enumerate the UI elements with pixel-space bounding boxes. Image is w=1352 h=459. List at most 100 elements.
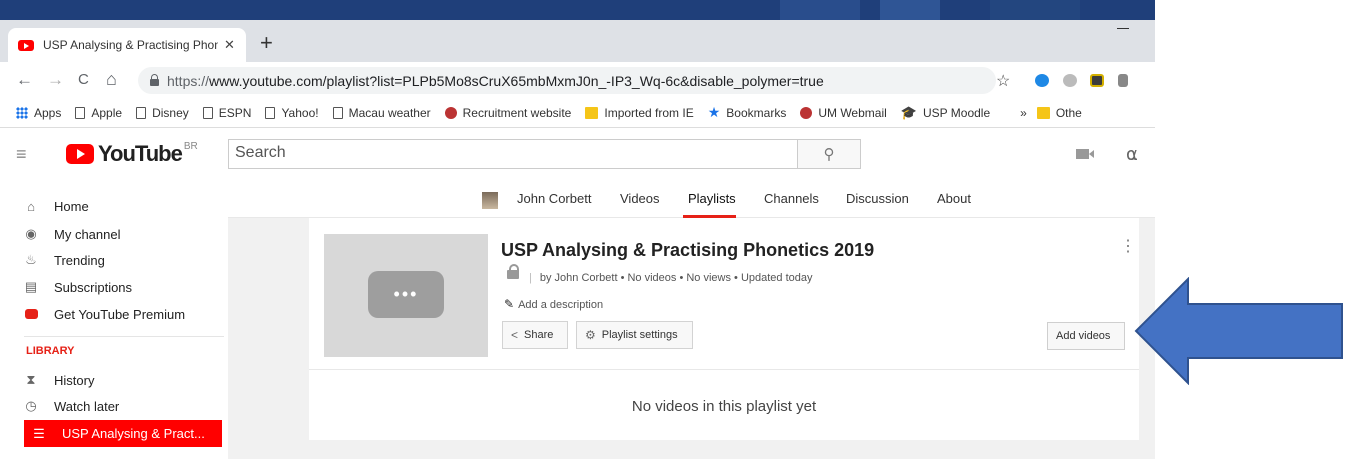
bookmark-macau-weather[interactable]: Macau weather	[332, 106, 431, 120]
tab-discussion[interactable]: Discussion	[846, 191, 909, 206]
checkbox-extension-icon[interactable]	[1090, 74, 1104, 87]
um-logo-icon	[800, 106, 813, 119]
youtube-favicon-icon	[18, 39, 34, 51]
drive-extension-icon[interactable]	[1063, 74, 1077, 87]
bookmark-other[interactable]: Othe	[1036, 106, 1082, 120]
cloud-extension-icon[interactable]	[1035, 74, 1049, 87]
upload-video-icon[interactable]	[1076, 149, 1094, 159]
sidebar-item-history[interactable]: ⧗ History	[24, 367, 224, 393]
channel-name-link[interactable]: John Corbett	[517, 191, 591, 206]
meta-separator: |	[529, 272, 532, 284]
browser-tab[interactable]: USP Analysing & Practising Phon ✕	[8, 28, 246, 62]
share-button[interactable]: < Share	[502, 321, 568, 349]
lock-icon	[150, 73, 159, 86]
search-button[interactable]: ⚲	[797, 139, 861, 169]
bookmark-apps[interactable]: Apps	[16, 106, 61, 120]
bookmark-apple[interactable]: Apple	[75, 106, 122, 120]
screenshot-root: USP Analysing & Practising Phon ✕ + ← → …	[0, 0, 1352, 459]
bookmarks-bar: Apps Apple Disney ESPN Yahoo! Macau weat…	[0, 98, 1155, 128]
reload-icon[interactable]: C	[78, 71, 89, 88]
youtube-logo[interactable]: YouTube BR	[66, 141, 198, 167]
back-arrow-icon[interactable]: ←	[16, 71, 33, 88]
notifications-bell-icon[interactable]: ⍺	[1126, 144, 1138, 165]
bookmark-usp-moodle[interactable]: 🎓 USP Moodle	[901, 105, 990, 121]
playlist-settings-button[interactable]: ⚙ Playlist settings	[576, 321, 693, 349]
tab-title: USP Analysing & Practising Phon	[43, 38, 218, 52]
page-icon	[75, 106, 86, 119]
um-logo-icon	[444, 106, 457, 119]
sidebar-item-home[interactable]: ⌂ Home	[24, 193, 224, 219]
search-input[interactable]: Search	[228, 139, 798, 169]
sidebar-item-youtube-premium[interactable]: Get YouTube Premium	[24, 301, 224, 327]
hourglass-icon: ⧗	[26, 372, 36, 387]
desktop-background-strip	[0, 0, 1155, 20]
more-options-icon[interactable]: ⋮	[1120, 239, 1136, 255]
page-icon	[265, 106, 276, 119]
new-tab-button[interactable]: +	[260, 32, 273, 54]
guide-sidebar: ⌂ Home ◉ My channel ♨ Trending ▤ Subscriptio…	[0, 181, 228, 459]
youtube-logo-text: YouTube	[98, 141, 183, 166]
browser-toolbar: ← → C ⌂ https://www.youtube.com/playlist…	[0, 62, 1155, 98]
page-icon	[202, 106, 213, 119]
playlist-meta-text: by John Corbett • No videos • No views •…	[539, 272, 813, 284]
playlist-icon: ☰	[33, 425, 45, 441]
tab-videos[interactable]: Videos	[620, 191, 660, 206]
bookmarks-overflow-button[interactable]: »	[1020, 106, 1027, 120]
bookmark-yahoo[interactable]: Yahoo!	[265, 106, 319, 120]
empty-playlist-message: No videos in this playlist yet	[631, 398, 817, 415]
apps-grid-icon	[16, 106, 28, 119]
bookmark-imported-from-ie[interactable]: Imported from IE	[585, 106, 694, 120]
clock-icon: ◷	[25, 398, 37, 413]
empty-playlist-icon: •••	[368, 271, 444, 318]
add-videos-button[interactable]: Add videos	[1047, 322, 1125, 350]
forward-arrow-icon[interactable]: →	[47, 71, 64, 88]
address-bar[interactable]: https://www.youtube.com/playlist?list=PL…	[138, 67, 996, 94]
channel-avatar[interactable]	[482, 192, 498, 209]
page-icon	[136, 106, 147, 119]
home-icon: ⌂	[27, 198, 35, 214]
page-icon	[332, 106, 343, 119]
close-tab-icon[interactable]: ✕	[224, 37, 235, 53]
gear-icon: ⚙	[585, 328, 596, 342]
sidebar-item-usp-playlist[interactable]: ☰ USP Analysing & Pract...	[24, 420, 222, 447]
home-icon[interactable]: ⌂	[106, 70, 117, 88]
bookmark-um-webmail[interactable]: UM Webmail	[800, 106, 887, 120]
left-pointing-arrow-annotation	[1134, 277, 1343, 385]
tab-channels[interactable]: Channels	[764, 191, 819, 206]
sidebar-item-my-channel[interactable]: ◉ My channel	[24, 221, 224, 247]
bookmark-bookmarks[interactable]: ★ Bookmarks	[708, 104, 787, 121]
library-heading: LIBRARY	[26, 345, 75, 357]
playlist-meta: | by John Corbett • No videos • No views …	[529, 272, 813, 284]
url-protocol: https://	[167, 72, 210, 89]
search-icon: ⚲	[823, 146, 835, 163]
youtube-header: ≡ YouTube BR Search ⚲ ⍺	[0, 128, 1155, 181]
pencil-icon: ✎	[504, 297, 515, 311]
account-icon: ◉	[25, 226, 37, 241]
youtube-premium-icon	[24, 307, 38, 322]
trending-flame-icon: ♨	[25, 252, 37, 267]
bookmark-star-icon[interactable]: ☆	[996, 71, 1010, 91]
sidebar-item-watch-later[interactable]: ◷ Watch later	[24, 393, 224, 419]
youtube-play-icon	[66, 144, 94, 164]
subscriptions-icon: ▤	[24, 279, 38, 294]
star-icon: ★	[707, 104, 721, 120]
folder-icon	[585, 106, 599, 119]
playlist-title: USP Analysing & Practising Phonetics 201…	[501, 240, 875, 260]
menu-icon[interactable]: ≡	[16, 144, 27, 165]
add-description-link[interactable]: ✎ Add a description	[504, 297, 603, 311]
bookmark-disney[interactable]: Disney	[136, 106, 189, 120]
sidebar-item-subscriptions[interactable]: ▤ Subscriptions	[24, 274, 224, 300]
region-code: BR	[183, 141, 198, 152]
browser-tab-bar: USP Analysing & Practising Phon ✕ +	[0, 20, 1155, 62]
flag-extension-icon[interactable]	[1118, 74, 1128, 87]
share-icon: <	[511, 328, 519, 342]
tab-about[interactable]: About	[937, 191, 971, 206]
graduation-cap-icon: 🎓	[900, 104, 917, 120]
tab-playlists[interactable]: Playlists	[688, 191, 736, 206]
bookmark-espn[interactable]: ESPN	[202, 106, 251, 120]
sidebar-divider	[24, 336, 224, 337]
bookmark-recruitment-website[interactable]: Recruitment website	[444, 106, 571, 120]
sidebar-item-trending[interactable]: ♨ Trending	[24, 247, 224, 273]
url-text: www.youtube.com/playlist?list=PLPb5Mo8sC…	[209, 72, 824, 89]
minimize-window-icon[interactable]	[1117, 28, 1129, 29]
